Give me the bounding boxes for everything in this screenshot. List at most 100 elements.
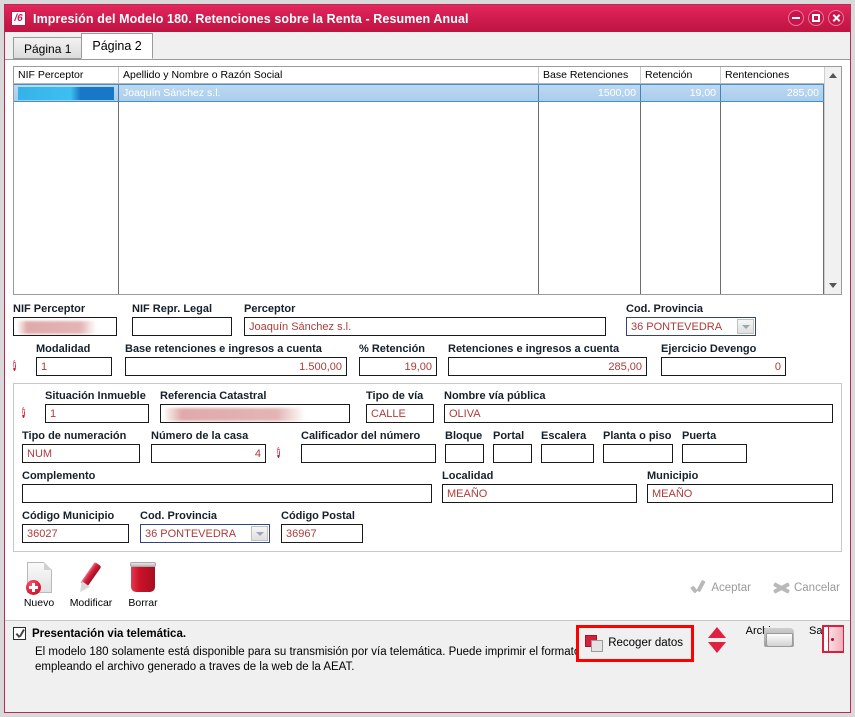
label-referencia-catastral: Referencia Catastral	[160, 390, 267, 402]
app-logo-icon: /6	[11, 11, 26, 26]
redacted-value	[18, 320, 96, 334]
perceptor-input[interactable]: Joaquín Sánchez s.l.	[244, 317, 606, 336]
chevron-down-icon[interactable]	[251, 526, 268, 541]
nif-perceptor-input[interactable]	[13, 317, 117, 336]
referencia-catastral-input[interactable]	[160, 404, 350, 423]
tab-pagina-2[interactable]: Página 2	[81, 33, 153, 59]
ejercicio-devengo-input[interactable]: 0	[661, 357, 786, 376]
grid-body: Joaquín Sánchez s.l. 1500,00 19,00 285,0…	[14, 84, 824, 294]
borrar-button[interactable]: Borrar	[117, 558, 169, 609]
record-navigator[interactable]	[702, 625, 732, 653]
grid-empty-area[interactable]	[14, 102, 824, 294]
label-pct-retencion: % Retención	[359, 343, 426, 355]
codigo-municipio-input[interactable]: 36027	[22, 524, 129, 543]
presentacion-telematica-checkbox[interactable]	[13, 627, 26, 640]
redacted-value	[165, 407, 305, 421]
collect-data-icon	[585, 634, 604, 652]
info-icon[interactable]: i	[277, 447, 280, 458]
footer-description: El modelo 180 solamente está disponible …	[35, 646, 613, 673]
grid-column-nif-perceptor[interactable]: NIF Perceptor	[14, 67, 119, 83]
info-icon[interactable]: i	[13, 360, 16, 371]
cod-provincia-top-select[interactable]: 36 PONTEVEDRA	[626, 317, 756, 336]
modificar-button[interactable]: Modificar	[65, 558, 117, 609]
form-row-localidad: Complemento Localidad MEAÑO Municipio ME…	[22, 470, 833, 503]
label-cod-provincia: Cod. Provincia	[140, 510, 218, 522]
perceptores-grid: NIF Perceptor Apellido y Nombre o Razón …	[13, 66, 842, 295]
redacted-value	[18, 87, 114, 100]
grid-column-retencion[interactable]: Retención	[641, 67, 721, 83]
nif-repr-legal-input[interactable]	[132, 317, 232, 336]
borrar-label: Borrar	[128, 597, 158, 609]
portal-input[interactable]	[493, 444, 532, 463]
puerta-input[interactable]	[682, 444, 747, 463]
minimize-icon[interactable]	[788, 10, 804, 26]
scroll-down-icon[interactable]	[825, 277, 841, 294]
cell-rentenciones: 285,00	[721, 85, 824, 101]
bloque-input[interactable]	[445, 444, 484, 463]
footer-panel: Presentación via telemática. El modelo 1…	[5, 620, 850, 712]
localidad-input[interactable]: MEAÑO	[442, 484, 637, 503]
label-escalera: Escalera	[541, 430, 587, 442]
application-window: /6 Impresión del Modelo 180. Retenciones…	[4, 4, 851, 713]
municipio-input[interactable]: MEAÑO	[647, 484, 833, 503]
cell-base-retenciones: 1500,00	[539, 85, 641, 101]
presentacion-telematica-label: Presentación via telemática.	[32, 627, 187, 640]
label-complemento: Complemento	[22, 470, 96, 482]
label-modalidad: Modalidad	[36, 343, 91, 355]
situacion-inmueble-input[interactable]: 1	[45, 404, 149, 423]
nuevo-button[interactable]: Nuevo	[13, 558, 65, 609]
close-icon[interactable]	[828, 10, 844, 26]
grid-column-base-retenciones[interactable]: Base Retenciones	[539, 67, 641, 83]
chevron-up-icon[interactable]	[708, 627, 726, 638]
label-tipo-numeracion: Tipo de numeración	[22, 430, 127, 442]
window-title: Impresión del Modelo 180. Retenciones so…	[33, 11, 469, 26]
aceptar-button[interactable]: Aceptar	[690, 580, 751, 595]
page-content: NIF Perceptor Apellido y Nombre o Razón …	[5, 60, 850, 712]
label-localidad: Localidad	[442, 470, 494, 482]
tipo-numeracion-input[interactable]: NUM	[22, 444, 140, 463]
grid-column-rentenciones[interactable]: Rentenciones	[721, 67, 824, 83]
aceptar-label: Aceptar	[711, 581, 751, 594]
nombre-via-publica-input[interactable]: OLIVA	[444, 404, 833, 423]
footer-tools: Recoger datos Archivo Salir	[576, 625, 844, 662]
check-icon	[690, 580, 707, 595]
tab-strip: Página 1 Página 2	[5, 32, 850, 60]
complemento-input[interactable]	[22, 484, 432, 503]
info-icon[interactable]: i	[22, 407, 25, 418]
archivo-button[interactable]: Archivo	[740, 625, 794, 647]
label-base-retenciones: Base retenciones e ingresos a cuenta	[125, 343, 322, 355]
codigo-postal-input[interactable]: 36967	[281, 524, 363, 543]
label-retenciones-ingresos: Retenciones e ingresos a cuenta	[448, 343, 620, 355]
planta-piso-input[interactable]	[603, 444, 673, 463]
pct-retencion-input[interactable]: 19,00	[359, 357, 437, 376]
cod-provincia-select[interactable]: 36 PONTEVEDRA	[140, 524, 270, 543]
grid-column-apellido-nombre[interactable]: Apellido y Nombre o Razón Social	[119, 67, 539, 83]
maximize-icon[interactable]	[808, 10, 824, 26]
modalidad-input[interactable]: 1	[36, 357, 112, 376]
grid-main: NIF Perceptor Apellido y Nombre o Razón …	[14, 67, 824, 294]
label-bloque: Bloque	[445, 430, 483, 442]
tab-pagina-1[interactable]: Página 1	[13, 37, 83, 59]
label-codigo-municipio: Código Municipio	[22, 510, 115, 522]
retenciones-ingresos-input[interactable]: 285,00	[448, 357, 647, 376]
escalera-input[interactable]	[541, 444, 594, 463]
form-row-inmueble: i Situación Inmueble 1 Referencia Catast…	[22, 390, 833, 423]
table-row[interactable]: Joaquín Sánchez s.l. 1500,00 19,00 285,0…	[14, 84, 824, 102]
nuevo-label: Nuevo	[23, 597, 55, 609]
chevron-down-icon[interactable]	[737, 319, 754, 334]
trash-icon	[117, 558, 169, 596]
chevron-down-icon[interactable]	[708, 642, 726, 653]
base-retenciones-input[interactable]: 1.500,00	[125, 357, 347, 376]
label-puerta: Puerta	[682, 430, 717, 442]
form-row-importes: i Modalidad 1 Base retenciones e ingreso…	[13, 343, 842, 376]
tipo-de-via-input[interactable]: CALLE	[366, 404, 434, 423]
salir-button[interactable]: Salir	[796, 625, 844, 653]
cancelar-button[interactable]: Cancelar	[773, 580, 840, 595]
record-action-bar: Nuevo Modificar Borrar Aceptar Cancelar	[13, 558, 842, 620]
numero-casa-input[interactable]: 4	[151, 444, 266, 463]
label-nif-perceptor: NIF Perceptor	[13, 303, 86, 315]
scroll-up-icon[interactable]	[825, 67, 841, 84]
calificador-numero-input[interactable]	[301, 444, 436, 463]
grid-vertical-scrollbar[interactable]	[824, 67, 841, 294]
recoger-datos-button[interactable]: Recoger datos	[576, 625, 694, 662]
